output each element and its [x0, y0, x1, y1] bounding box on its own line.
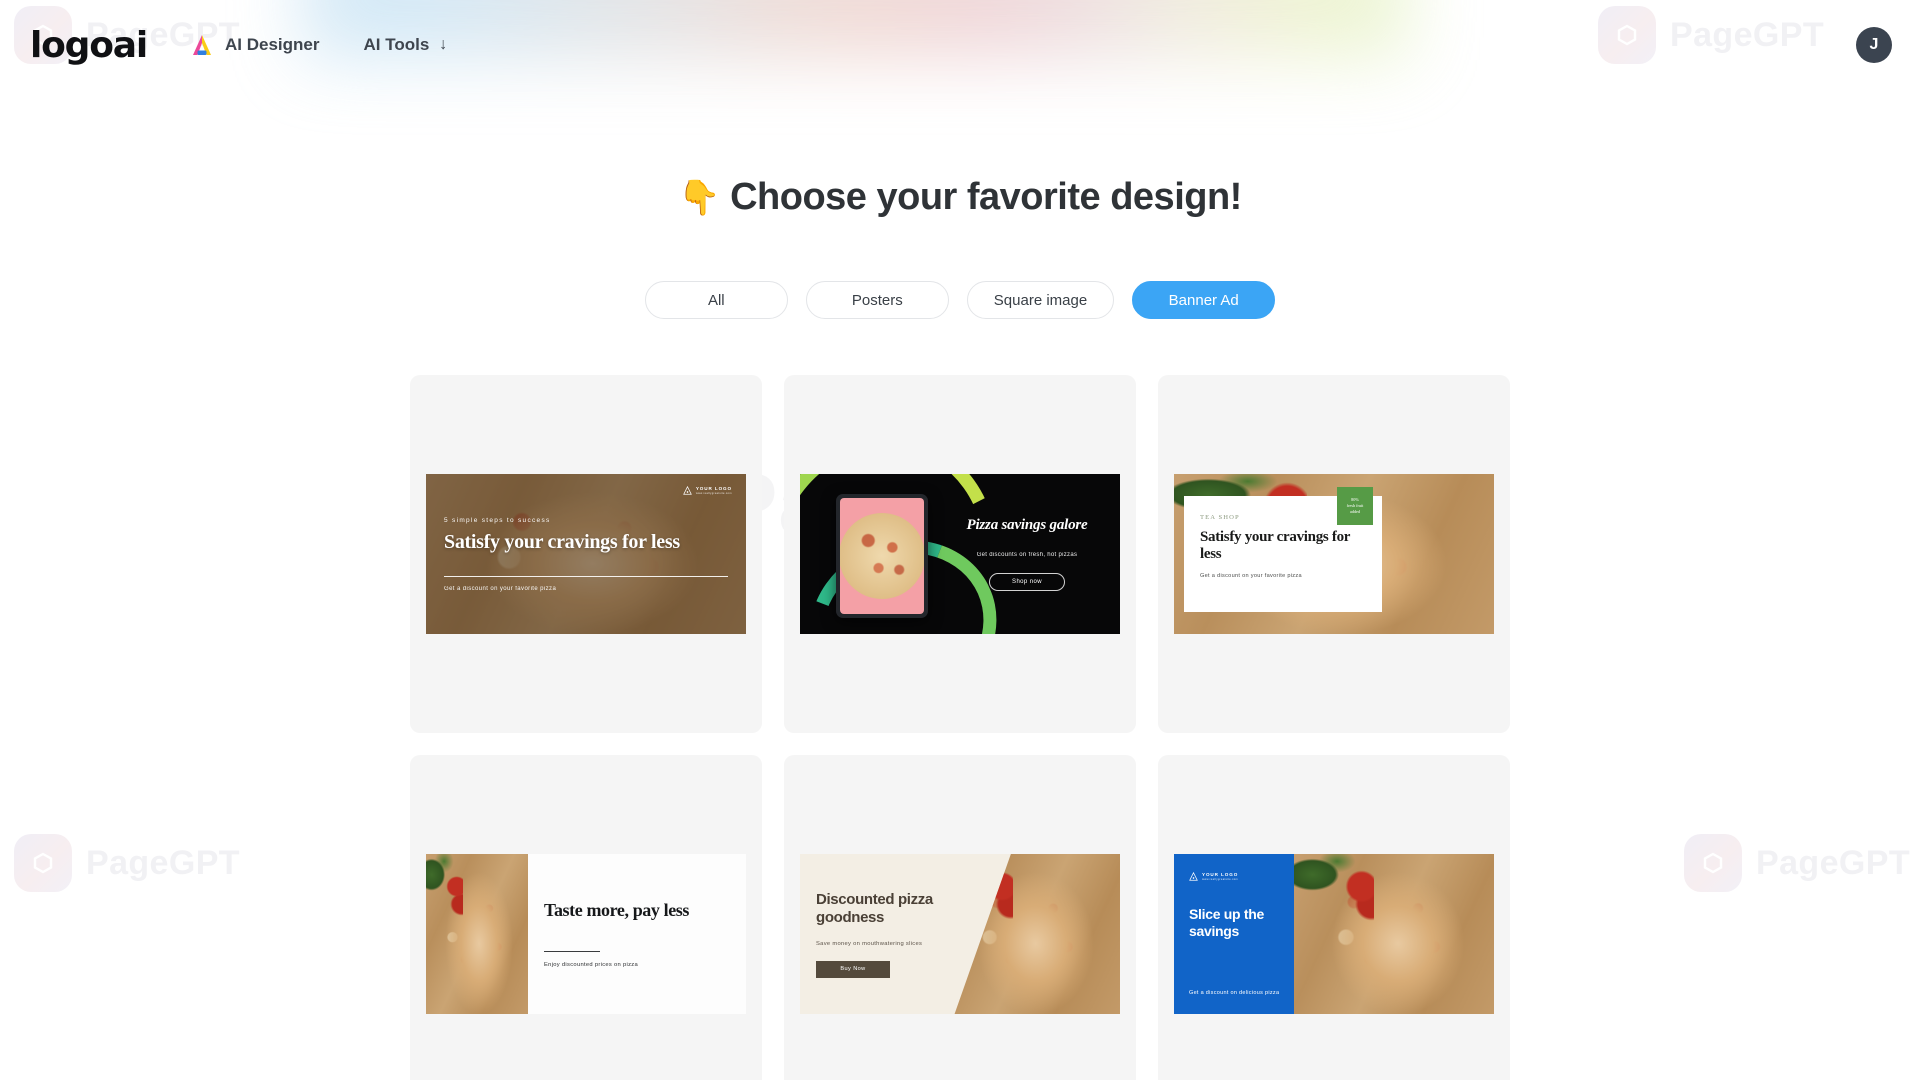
banner-preview-4: Taste more, pay less Enjoy discounted pr…: [426, 854, 746, 1014]
page-title-text: Choose your favorite design!: [730, 176, 1242, 218]
avatar[interactable]: J: [1856, 27, 1892, 63]
banner-content: YOUR LOGO www.reallygreatsite.com Slice …: [1174, 854, 1294, 1014]
banner-subtitle: Enjoy discounted prices on pizza: [544, 962, 639, 969]
banner-preview-1: YOUR LOGO www.reallygreatsite.com 5 simp…: [426, 474, 746, 634]
tablet-mockup: [836, 494, 928, 618]
filter-tab-all[interactable]: All: [644, 281, 788, 319]
filter-tabs: All Posters Square image Banner Ad: [0, 281, 1920, 319]
design-card-3[interactable]: TEA SHOP Satisfy your cravings for less …: [1158, 375, 1510, 733]
nav-label: AI Designer: [225, 35, 320, 54]
divider: [444, 575, 728, 577]
status-badge: 80% fresh fruit added: [1337, 487, 1373, 525]
design-card-5[interactable]: Discounted pizza goodness Save money on …: [784, 755, 1136, 1080]
banner-subtitle: Get discounts on fresh, hot pizzas: [976, 552, 1078, 558]
nav-label: AI Tools: [363, 35, 430, 54]
pizza-photo: [1294, 854, 1494, 1014]
banner-preview-3: TEA SHOP Satisfy your cravings for less …: [1174, 474, 1494, 634]
logo-secondary: www.reallygreatsite.com: [1202, 877, 1239, 881]
main-nav: AI Designer AI Tools ↓: [189, 33, 447, 57]
banner-content: 5 simple steps to success Satisfy your c…: [444, 474, 728, 634]
filter-tab-posters[interactable]: Posters: [805, 281, 949, 319]
page-title: 👇 Choose your favorite design!: [0, 176, 1920, 219]
design-card-4[interactable]: Taste more, pay less Enjoy discounted pr…: [410, 755, 762, 1080]
banner-subtitle: Save money on mouthwatering slices: [816, 940, 923, 947]
banner-title: Slice up the savings: [1189, 906, 1264, 939]
logo-brand[interactable]: logoai: [30, 25, 148, 66]
arrow-down-icon: ↓: [439, 36, 448, 53]
design-card-1[interactable]: YOUR LOGO www.reallygreatsite.com 5 simp…: [410, 375, 762, 733]
banner-subtitle: Get a discount on your favorite pizza: [444, 585, 557, 592]
filter-tab-banner-ad[interactable]: Banner Ad: [1132, 281, 1276, 319]
design-grid: YOUR LOGO www.reallygreatsite.com 5 simp…: [0, 375, 1920, 1080]
banner-content: Taste more, pay less Enjoy discounted pr…: [544, 854, 730, 1014]
banner-title: Satisfy your cravings for less: [444, 530, 680, 553]
banner-preview-2: Pizza savings galore Get discounts on fr…: [800, 474, 1120, 634]
banner-title: Taste more, pay less: [544, 899, 690, 920]
banner-subtitle: Get a discount on your favorite pizza: [1200, 572, 1302, 579]
divider: [544, 951, 600, 953]
banner-preview-6: YOUR LOGO www.reallygreatsite.com Slice …: [1174, 854, 1494, 1014]
design-card-2[interactable]: Pizza savings galore Get discounts on fr…: [784, 375, 1136, 733]
shop-now-button[interactable]: Shop now: [989, 573, 1065, 591]
banner-preview-5: Discounted pizza goodness Save money on …: [800, 854, 1120, 1014]
filter-tab-square-image[interactable]: Square image: [966, 281, 1115, 319]
ai-designer-icon: [189, 33, 215, 57]
pointing-down-icon: 👇: [678, 179, 721, 217]
banner-content: Discounted pizza goodness Save money on …: [816, 854, 976, 1014]
banner-title: Pizza savings galore: [966, 517, 1088, 533]
buy-now-button[interactable]: Buy Now: [816, 960, 890, 978]
banner-content: Pizza savings galore Get discounts on fr…: [946, 474, 1108, 634]
design-card-6[interactable]: YOUR LOGO www.reallygreatsite.com Slice …: [1158, 755, 1510, 1080]
banner-title: Discounted pizza goodness: [816, 890, 933, 926]
app-header: logoai AI Designer AI Tools ↓ J: [0, 0, 1920, 90]
banner-title: Satisfy your cravings for less: [1200, 529, 1350, 562]
pizza-photo: [426, 854, 528, 1014]
nav-item-ai-tools[interactable]: AI Tools ↓: [364, 35, 448, 55]
banner-eyebrow: 5 simple steps to success: [444, 516, 551, 524]
banner-subtitle: Get a discount on delicious pizza: [1189, 990, 1280, 996]
brand-logo-mark: YOUR LOGO www.reallygreatsite.com: [1189, 872, 1238, 881]
nav-item-ai-designer[interactable]: AI Designer: [189, 33, 320, 57]
badge-line-3: added: [1350, 509, 1360, 515]
